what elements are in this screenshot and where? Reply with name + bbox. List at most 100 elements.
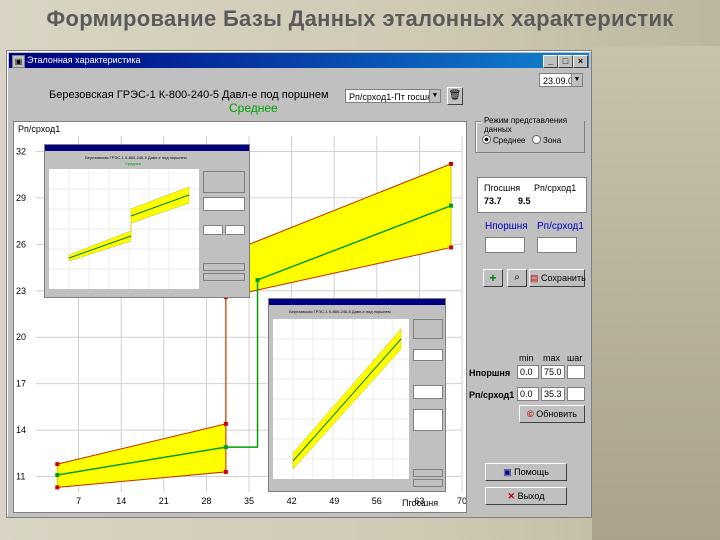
help-button[interactable]: ▣ Помощь [485, 463, 567, 481]
mode-label: Среднее [229, 101, 278, 115]
band-marker [55, 462, 60, 467]
x-tick-label: 70 [457, 496, 466, 506]
y-tick-label: 14 [16, 425, 26, 435]
chevron-down-icon[interactable]: ▼ [571, 74, 582, 86]
current-val1: 73.7 [484, 196, 502, 206]
current-col1: Пгосшня [484, 183, 521, 193]
band-marker [223, 469, 228, 474]
radio-dot [532, 135, 541, 144]
thumbnail-field [413, 349, 443, 361]
step-connector [225, 279, 259, 448]
thumbnail-window-1[interactable]: Березовская ГРЭС-1 К-800-240-5 Давл-е по… [44, 144, 250, 298]
range-min-2[interactable]: 0.0 [517, 387, 539, 401]
thumbnail-button [203, 273, 245, 281]
y-tick-label: 23 [16, 286, 26, 296]
thumbnail-title-bar [269, 299, 445, 305]
y-tick-label: 11 [16, 472, 25, 482]
range-max-2[interactable]: 35.3 [541, 387, 565, 401]
chevron-down-icon[interactable]: ▼ [429, 90, 440, 102]
thumbnail-field [203, 225, 223, 235]
thumbnail-field [413, 409, 443, 431]
minimize-button[interactable]: _ [543, 55, 558, 68]
input-field-a[interactable] [485, 237, 525, 253]
range-max-1[interactable]: 75.0 [541, 365, 565, 379]
radio-zone[interactable]: Зона [532, 135, 561, 145]
save-button[interactable]: ▤ Сохранить [529, 269, 586, 287]
slide-title: Формирование Базы Данных эталонных харак… [46, 6, 674, 31]
station-title: Березовская ГРЭС-1 К-800-240-5 Давл-е по… [49, 89, 329, 101]
thumbnail-plot [273, 319, 409, 479]
main-plot[interactable]: Pп/срход1 7 14 21 28 35 42 49 56 63 70 32 29 26 23 20 1… [13, 121, 467, 513]
y-tick-label: 29 [16, 193, 26, 203]
thumbnail-group [413, 319, 443, 339]
save-icon: ▤ [530, 273, 539, 283]
x-tick-label: 7 [76, 496, 81, 506]
window-title: Эталонная характеристика [27, 55, 141, 65]
background-strip [592, 46, 720, 540]
x-tick-label: 21 [159, 496, 169, 506]
band-marker [449, 161, 454, 166]
refresh-icon: © [527, 409, 534, 419]
help-icon: ▣ [503, 467, 512, 477]
thumbnail-button [413, 469, 443, 477]
thumbnail-mode: Среднее [125, 161, 142, 166]
band-marker [223, 421, 228, 426]
current-values-box: Пгосшня Pп/срход1 73.7 9.5 [477, 177, 587, 213]
x-tick-label: 49 [329, 496, 339, 506]
input-label-a: Нпоршня [485, 221, 528, 232]
x-tick-label: 14 [116, 496, 126, 506]
thumbnail-button [203, 263, 245, 271]
parameter-select-value: Pп/срход1-Пт госшня [349, 92, 437, 102]
radio-dot [482, 135, 491, 144]
band-marker [449, 245, 454, 250]
x-axis-label: Пгосшня [402, 498, 439, 508]
thumbnail-window-2[interactable]: Березовская ГРЭС-1 К-800-240-5 Давл-е по… [268, 298, 446, 492]
x-tick-label: 56 [372, 496, 382, 506]
close-button[interactable]: × [573, 55, 588, 68]
parameter-select[interactable]: Pп/срход1-Пт госшня ▼ [345, 89, 441, 103]
range-header-step: шаг [567, 353, 583, 363]
x-tick-label: 28 [201, 496, 211, 506]
app-icon: ▣ [12, 55, 25, 68]
radio-average[interactable]: Среднее [482, 135, 525, 145]
trash-icon[interactable]: 🗑 [447, 87, 463, 105]
range-min-1[interactable]: 0.0 [517, 365, 539, 379]
series-point [449, 203, 454, 208]
current-col2: Pп/срход1 [534, 183, 577, 193]
series-point [55, 472, 60, 477]
thumbnail-header: Березовская ГРЭС-1 К-800-240-5 Давл-е по… [85, 155, 187, 160]
thumbnail-plot [49, 169, 199, 289]
display-mode-group: Режим представления данных Среднее Зона [475, 116, 585, 153]
thumbnail-field [413, 385, 443, 399]
input-field-b[interactable] [537, 237, 577, 253]
date-select[interactable]: 23.09.06 ▼ [539, 73, 583, 87]
y-tick-label: 20 [16, 332, 26, 342]
thumbnail-title-bar [45, 145, 249, 151]
close-icon: ✕ [507, 491, 516, 501]
range-row-label-2: Pп/срход1 [469, 390, 515, 400]
range-step-2[interactable] [567, 387, 585, 401]
input-label-b: Pп/срход1 [537, 221, 584, 232]
current-val2: 9.5 [518, 196, 531, 206]
range-row-label-1: Нпоршня [469, 368, 511, 378]
app-window: ▣ Эталонная характеристика _ □ × 23.09.0… [6, 50, 592, 518]
add-icon[interactable]: + [483, 269, 503, 287]
x-tick-label: 42 [287, 496, 297, 506]
thumbnail-field [225, 225, 245, 235]
window-title-bar[interactable]: ▣ Эталонная характеристика _ □ × [9, 53, 589, 68]
maximize-button[interactable]: □ [558, 55, 573, 68]
y-tick-label: 32 [16, 146, 26, 156]
apply-button[interactable]: © Обновить [519, 405, 585, 423]
binoculars-icon[interactable]: ⌕ [507, 269, 527, 287]
y-tick-label: 26 [16, 239, 26, 249]
thumbnail-button [413, 479, 443, 487]
range-header-min: min [519, 353, 534, 363]
range-step-1[interactable] [567, 365, 585, 379]
thumbnail-field [203, 197, 245, 211]
exit-button[interactable]: ✕ Выход [485, 487, 567, 505]
y-tick-label: 17 [16, 379, 26, 389]
range-header-max: max [543, 353, 561, 363]
display-mode-title: Режим представления данных [482, 116, 584, 134]
band-marker [55, 485, 60, 490]
thumbnail-header: Березовская ГРЭС-1 К-800-240-5 Давл-е по… [289, 309, 391, 314]
